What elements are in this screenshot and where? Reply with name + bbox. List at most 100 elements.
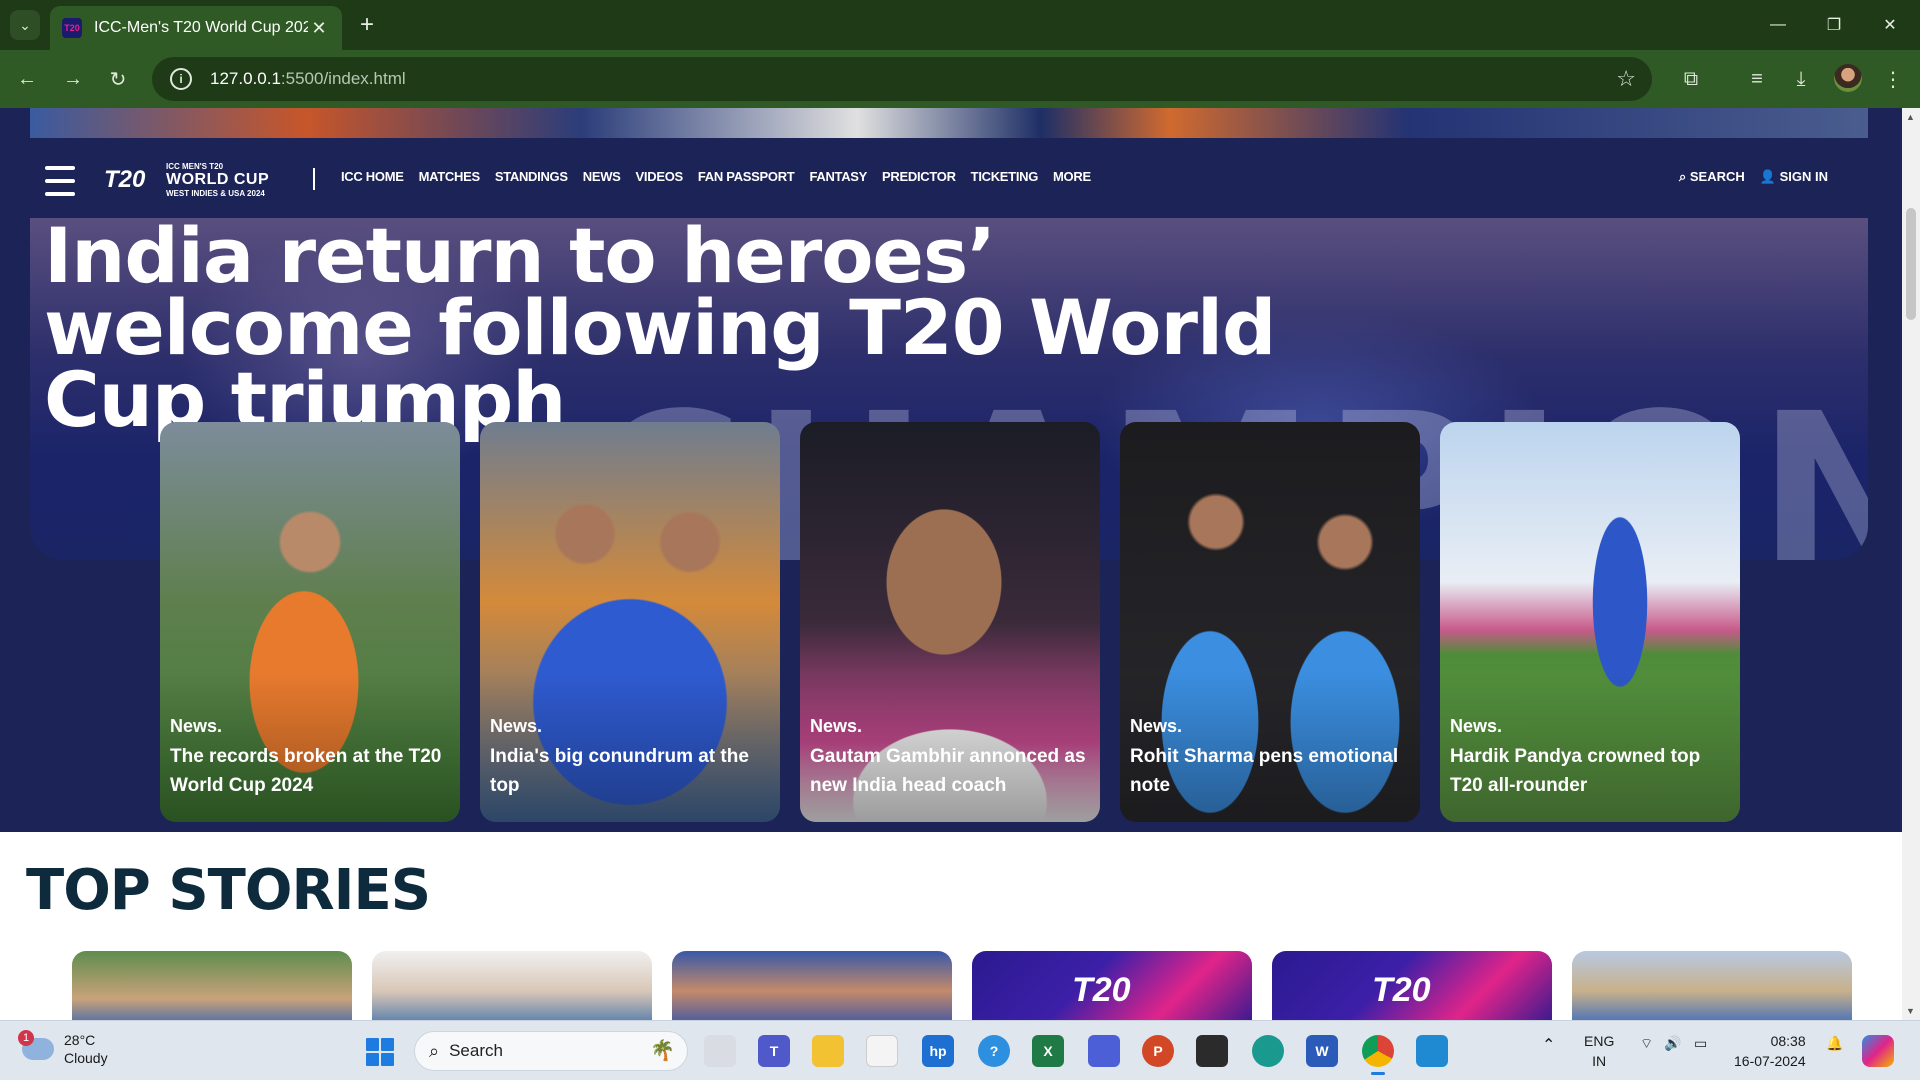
restore-icon[interactable]: ❐ [1806, 0, 1862, 50]
news-card[interactable]: News. The records broken at the T20 Worl… [160, 422, 460, 822]
main-nav: ICC HOME MATCHES STANDINGS NEWS VIDEOS F… [341, 169, 1106, 184]
nav-more[interactable]: MORE [1053, 169, 1091, 184]
language-line1: ENG [1584, 1033, 1615, 1049]
address-bar[interactable]: i 127.0.0.1:5500/index.html ☆ [152, 57, 1652, 101]
excel-icon[interactable]: X [1032, 1035, 1064, 1067]
browser-tab[interactable]: T20 ICC-Men's T20 World Cup 2024 ✕ [50, 6, 342, 50]
hero-headline[interactable]: India return to heroes’ welcome followin… [44, 218, 1344, 438]
notification-bell-icon[interactable]: 🔔 [1826, 1035, 1843, 1052]
task-view-icon[interactable] [704, 1035, 736, 1067]
nav-fan-passport[interactable]: FAN PASSPORT [698, 169, 795, 184]
info-icon[interactable]: i [170, 68, 192, 90]
wifi-icon[interactable]: ⌔ [1640, 1035, 1653, 1053]
back-icon[interactable]: ← [12, 64, 42, 94]
story-thumbnail[interactable] [372, 951, 652, 1020]
copilot-icon[interactable] [1088, 1035, 1120, 1067]
user-icon: 👤 [1759, 169, 1776, 184]
plus-icon[interactable]: + [352, 10, 382, 40]
chevron-up-icon[interactable]: ⌃ [1542, 1035, 1555, 1055]
palm-tree-icon: 🌴 [650, 1040, 675, 1062]
weather-widget[interactable]: 1 28°C Cloudy [18, 1030, 108, 1067]
forward-icon[interactable]: → [58, 64, 88, 94]
battery-icon[interactable]: ▭ [1694, 1035, 1707, 1052]
volume-icon[interactable]: 🔊 [1664, 1035, 1681, 1052]
browser-toolbar: ← → ↻ i 127.0.0.1:5500/index.html ☆ ⧉ ≡ … [0, 50, 1920, 108]
system-clock[interactable]: 08:38 16-07-2024 [1734, 1031, 1806, 1071]
hp-app-icon[interactable]: hp [922, 1035, 954, 1067]
windows-start-icon[interactable] [366, 1038, 394, 1066]
nav-fantasy[interactable]: FANTASY [809, 169, 867, 184]
scroll-up-arrow-icon[interactable]: ▲ [1906, 112, 1915, 122]
menu-kebab-icon[interactable]: ⋮ [1878, 64, 1908, 94]
nav-ticketing[interactable]: TICKETING [971, 169, 1039, 184]
scroll-down-arrow-icon[interactable]: ▼ [1906, 1006, 1915, 1016]
copilot-preview-icon[interactable] [1862, 1035, 1894, 1067]
sign-in-button[interactable]: 👤 SIGN IN [1760, 169, 1828, 185]
powerpoint-icon[interactable]: P [1142, 1035, 1174, 1067]
site-navbar: T20 ICC MEN'S T20 WORLD CUP WEST INDIES … [30, 138, 1868, 218]
weather-text: 28°C Cloudy [64, 1031, 108, 1067]
news-card[interactable]: News. India's big conundrum at the top [480, 422, 780, 822]
search-label: SEARCH [1689, 169, 1745, 184]
hamburger-menu-icon[interactable] [45, 166, 75, 196]
story-thumbnail[interactable] [672, 951, 952, 1020]
terminal-icon[interactable] [1196, 1035, 1228, 1067]
news-card[interactable]: News. Rohit Sharma pens emotional note [1120, 422, 1420, 822]
media-icon[interactable]: ≡ [1742, 64, 1772, 94]
edge-icon[interactable] [1252, 1035, 1284, 1067]
star-icon[interactable]: ☆ [1616, 66, 1636, 92]
story-thumbnail[interactable] [72, 951, 352, 1020]
news-card[interactable]: News. Hardik Pandya crowned top T20 all-… [1440, 422, 1740, 822]
taskbar-search-label: Search [449, 1041, 503, 1060]
sign-in-label: SIGN IN [1779, 169, 1828, 184]
notification-badge: 1 [18, 1030, 34, 1046]
word-icon[interactable]: W [1306, 1035, 1338, 1067]
taskbar-search[interactable]: ⌕ Search 🌴 [414, 1031, 688, 1071]
tab-list-icon[interactable]: ⌄ [10, 10, 40, 40]
nav-matches[interactable]: MATCHES [419, 169, 481, 184]
page-scrollbar[interactable]: ▲ ▼ [1902, 108, 1920, 1020]
story-thumbnail[interactable] [1572, 951, 1852, 1020]
t20-world-cup-logo[interactable]: T20 ICC MEN'S T20 WORLD CUP WEST INDIES … [104, 158, 304, 202]
chrome-icon[interactable] [1362, 1035, 1394, 1075]
nav-predictor[interactable]: PREDICTOR [882, 169, 956, 184]
language-indicator[interactable]: ENG IN [1584, 1031, 1614, 1071]
nav-standings[interactable]: STANDINGS [495, 169, 568, 184]
t20-logo-mini: T20 [1072, 971, 1131, 1009]
scrollbar-thumb[interactable] [1906, 208, 1916, 320]
microsoft-store-icon[interactable] [866, 1035, 898, 1067]
card-headline: The records broken at the T20 World Cup … [170, 746, 442, 796]
search-icon: ⌕ [1678, 169, 1687, 184]
nav-news[interactable]: NEWS [583, 169, 621, 184]
site-favicon: T20 [62, 18, 82, 38]
t20-logo-mark: T20 [104, 166, 146, 193]
file-explorer-icon[interactable] [812, 1035, 844, 1067]
card-tag: News. [490, 716, 543, 736]
page-viewport: CHAMPIONS T20 ICC MEN'S T20 WORLD CUP WE… [0, 108, 1902, 1020]
story-thumbnail[interactable]: T20 [972, 951, 1252, 1020]
help-icon[interactable]: ? [978, 1035, 1010, 1067]
teams-icon[interactable]: T [758, 1035, 790, 1067]
card-headline: Hardik Pandya crowned top T20 all-rounde… [1450, 746, 1701, 796]
profile-avatar[interactable] [1834, 64, 1862, 92]
search-button[interactable]: ⌕ SEARCH [1679, 169, 1745, 185]
weather-condition: Cloudy [64, 1050, 108, 1066]
news-card[interactable]: News. Gautam Gambhir annonced as new Ind… [800, 422, 1100, 822]
card-tag: News. [1130, 716, 1183, 736]
card-headline: India's big conundrum at the top [490, 746, 749, 796]
window-close-icon[interactable]: ✕ [1862, 0, 1918, 50]
nav-icc-home[interactable]: ICC HOME [341, 169, 404, 184]
nav-divider [313, 168, 315, 190]
minimize-icon[interactable]: — [1750, 0, 1806, 50]
card-tag: News. [810, 716, 863, 736]
close-icon[interactable]: ✕ [308, 18, 330, 39]
nav-videos[interactable]: VIDEOS [636, 169, 684, 184]
vscode-icon[interactable] [1416, 1035, 1448, 1067]
extensions-icon[interactable]: ⧉ [1676, 64, 1706, 94]
browser-tab-strip: ⌄ T20 ICC-Men's T20 World Cup 2024 ✕ + —… [0, 0, 1920, 50]
language-line2: IN [1592, 1053, 1607, 1069]
reload-icon[interactable]: ↻ [103, 64, 133, 94]
story-thumbnail[interactable]: T20 [1272, 951, 1552, 1020]
download-icon[interactable]: ⤓ [1786, 64, 1816, 94]
t20-logo-mini: T20 [1372, 971, 1431, 1009]
